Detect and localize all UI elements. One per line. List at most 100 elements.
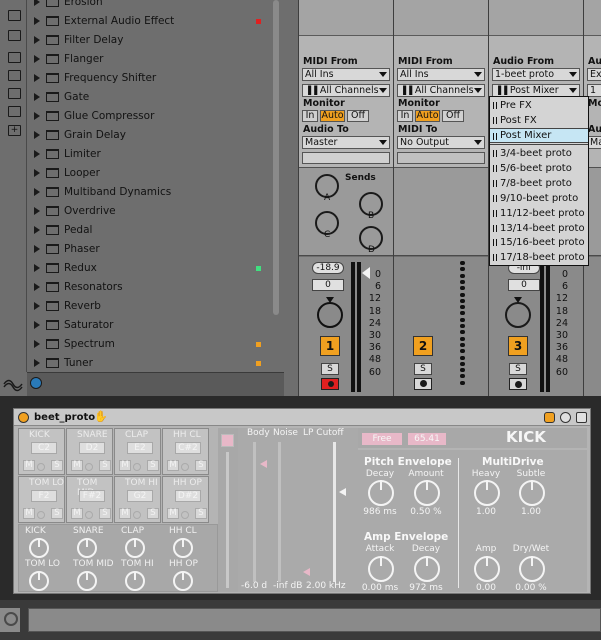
pad-note[interactable]: D2	[79, 442, 105, 454]
macro-knob[interactable]	[29, 571, 49, 591]
pad-solo-button[interactable]: S	[51, 460, 63, 471]
clip-slot[interactable]	[584, 0, 601, 36]
dropdown-option[interactable]: 7/8-beet proto	[490, 176, 588, 191]
dropdown-option[interactable]: 11/12-beet proto	[490, 206, 588, 221]
macro-knob[interactable]	[77, 571, 97, 591]
expand-arrow-icon[interactable]	[34, 207, 40, 215]
lp-cutoff-slider-handle[interactable]	[339, 488, 346, 496]
chain-select-button[interactable]	[221, 434, 234, 447]
browser-scrollbar[interactable]	[273, 0, 279, 315]
pan-value[interactable]: 0	[312, 279, 344, 291]
midi-effects-icon[interactable]	[8, 88, 21, 99]
amp-knob[interactable]	[474, 556, 500, 582]
expand-arrow-icon[interactable]	[34, 0, 40, 6]
frequency-value[interactable]: 65.41	[408, 433, 446, 445]
solo-button[interactable]: S	[509, 363, 527, 375]
pad-mute-button[interactable]: M	[119, 508, 131, 519]
dropdown-option[interactable]: Post FX	[490, 113, 588, 128]
pad-mute-button[interactable]: M	[23, 460, 35, 471]
play-icon[interactable]	[0, 608, 20, 632]
clip-slot[interactable]	[299, 0, 393, 36]
browser-item[interactable]: Gate	[27, 88, 272, 107]
drum-pad[interactable]: HH CL C#2 M S	[162, 428, 209, 475]
pad-solo-button[interactable]: S	[51, 508, 63, 519]
browser-item[interactable]: Saturator	[27, 316, 272, 335]
macro-toggle-icon[interactable]	[544, 412, 555, 423]
chain-volume-slider[interactable]	[226, 452, 229, 588]
plugins-icon[interactable]	[8, 106, 21, 117]
macro-knob[interactable]	[125, 571, 145, 591]
macro-knob[interactable]	[173, 538, 193, 558]
mode-button[interactable]: Free	[362, 433, 402, 445]
add-folder-icon[interactable]: +	[8, 125, 21, 136]
expand-arrow-icon[interactable]	[34, 150, 40, 158]
pad-solo-button[interactable]: S	[195, 460, 207, 471]
audio-from-select[interactable]: Ext	[587, 68, 601, 81]
attack-knob[interactable]	[368, 556, 394, 582]
pad-note[interactable]: E2	[127, 442, 153, 454]
pad-note[interactable]: G2	[127, 490, 153, 502]
audio-from-select[interactable]: 1-beet proto	[492, 68, 580, 81]
browser-item[interactable]: Glue Compressor	[27, 107, 272, 126]
output-channel-select[interactable]	[302, 152, 390, 164]
midi-from-select[interactable]: All Ins	[302, 68, 390, 81]
drum-pad[interactable]: TOM LO F2 M S	[18, 476, 65, 523]
drums-icon[interactable]	[8, 30, 21, 41]
browser-item[interactable]: Resonators	[27, 278, 272, 297]
pad-mute-button[interactable]: M	[119, 460, 131, 471]
monitor-auto-button[interactable]: Auto	[320, 110, 345, 122]
macro-knob[interactable]	[125, 538, 145, 558]
pad-play-icon[interactable]	[133, 511, 141, 519]
browser-item[interactable]: Phaser	[27, 240, 272, 259]
solo-button[interactable]: S	[414, 363, 432, 375]
pan-knob[interactable]	[505, 302, 531, 328]
audio-to-select[interactable]: Ma	[587, 136, 601, 149]
browser-item[interactable]: Flanger	[27, 50, 272, 69]
pad-mute-button[interactable]: M	[167, 460, 179, 471]
browser-item[interactable]: Reverb	[27, 297, 272, 316]
sounds-icon[interactable]	[8, 10, 21, 21]
browser-item[interactable]: Filter Delay	[27, 31, 272, 50]
pad-solo-button[interactable]: S	[195, 508, 207, 519]
pad-solo-button[interactable]: S	[147, 508, 159, 519]
pad-note[interactable]: C2	[31, 442, 57, 454]
pitch-decay-knob[interactable]	[368, 480, 394, 506]
amp-decay-knob[interactable]	[414, 556, 440, 582]
expand-arrow-icon[interactable]	[34, 283, 40, 291]
chain-list-icon[interactable]	[560, 412, 571, 423]
expand-arrow-icon[interactable]	[34, 321, 40, 329]
volume-value[interactable]: -18.9	[312, 262, 344, 274]
noise-slider-handle[interactable]	[303, 568, 310, 576]
monitor-off-button[interactable]: Off	[442, 110, 464, 122]
waveform-icon[interactable]	[0, 372, 27, 396]
pan-knob[interactable]	[317, 302, 343, 328]
expand-arrow-icon[interactable]	[34, 17, 40, 25]
output-channel-select[interactable]	[397, 152, 485, 164]
drum-pad[interactable]: HH OP D#2 M S	[162, 476, 209, 523]
expand-arrow-icon[interactable]	[34, 55, 40, 63]
pad-play-icon[interactable]	[181, 511, 189, 519]
device-activator-button[interactable]	[18, 412, 29, 423]
browser-item[interactable]: Overdrive	[27, 202, 272, 221]
pad-play-icon[interactable]	[37, 463, 45, 471]
browser-item[interactable]: Erosion	[27, 0, 272, 12]
dropdown-option[interactable]: 13/14-beet proto	[490, 221, 588, 236]
browser-item[interactable]: Multiband Dynamics	[27, 183, 272, 202]
dropdown-option[interactable]: 5/6-beet proto	[490, 161, 588, 176]
expand-arrow-icon[interactable]	[34, 74, 40, 82]
pad-note[interactable]: D#2	[175, 490, 201, 502]
browser-item[interactable]: Limiter	[27, 145, 272, 164]
track-activator-3[interactable]: 3	[508, 336, 528, 356]
audio-to-select[interactable]: Master	[302, 136, 390, 149]
drum-pad[interactable]: CLAP E2 M S	[114, 428, 161, 475]
pad-mute-button[interactable]: M	[167, 508, 179, 519]
expand-arrow-icon[interactable]	[34, 112, 40, 120]
info-icon[interactable]	[30, 377, 42, 389]
midi-from-select[interactable]: All Ins	[397, 68, 485, 81]
channel-select[interactable]: ▐▐ All Channels	[302, 84, 390, 97]
noise-slider[interactable]	[278, 442, 281, 582]
browser-item[interactable]: Grain Delay	[27, 126, 272, 145]
drum-pad[interactable]: TOM HI G2 M S	[114, 476, 161, 523]
pad-mute-button[interactable]: M	[23, 508, 35, 519]
dropdown-option[interactable]: 3/4-beet proto	[490, 146, 588, 161]
